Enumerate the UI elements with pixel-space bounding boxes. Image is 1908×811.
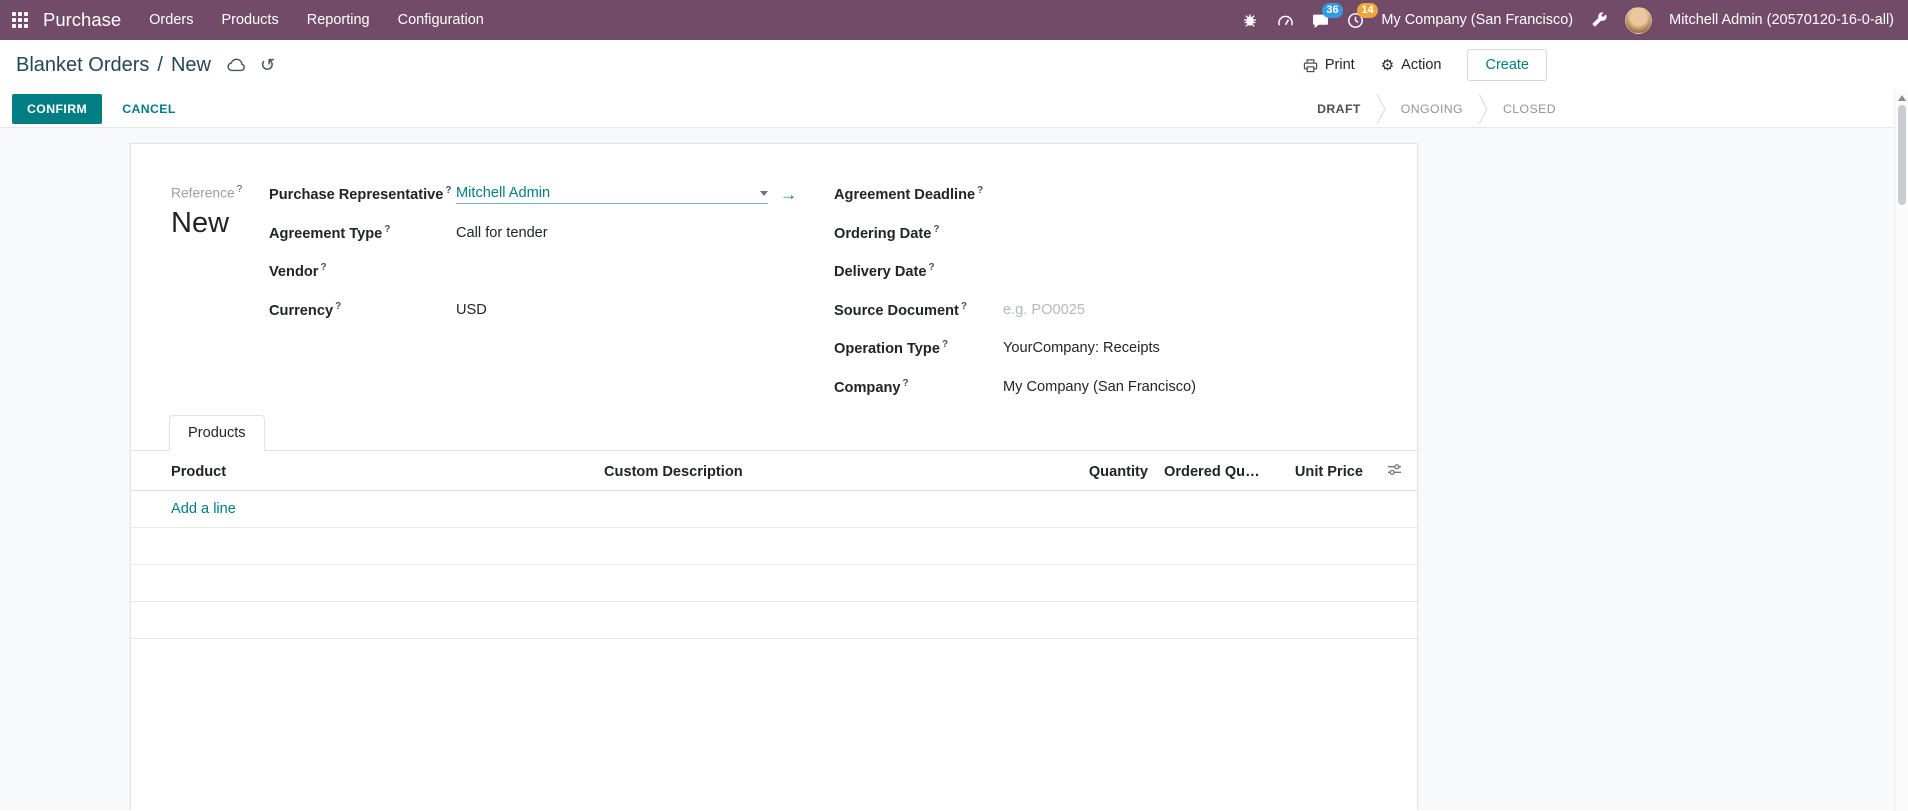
messages-icon[interactable]: 36 <box>1311 11 1329 29</box>
source-document-input[interactable] <box>1003 302 1233 318</box>
menu-configuration[interactable]: Configuration <box>384 0 498 40</box>
form-left-column: Purchase Representative? → Agreeme <box>269 184 809 415</box>
field-agreement-deadline: Agreement Deadline? <box>834 184 1394 206</box>
help-icon: ? <box>942 339 948 350</box>
optional-columns-icon[interactable] <box>1387 462 1402 481</box>
add-line-row: Add a line <box>131 491 1417 528</box>
discard-undo-icon[interactable]: ↺ <box>260 56 275 74</box>
column-custom-description: Custom Description <box>596 451 1036 491</box>
form-view: Reference? New Purchase Representative? <box>0 128 1908 810</box>
field-vendor: Vendor? <box>269 261 809 283</box>
field-delivery-date: Delivery Date? <box>834 261 1394 283</box>
breadcrumb-current: New <box>171 54 211 77</box>
reference-block: Reference? New <box>171 184 269 415</box>
add-a-line-link[interactable]: Add a line <box>171 501 236 517</box>
save-cloud-icon[interactable] <box>227 58 246 72</box>
agreement-type-value[interactable]: Call for tender <box>456 223 548 244</box>
table-header-row: Product Custom Description Quantity Orde… <box>131 451 1417 491</box>
purchase-representative-input[interactable] <box>456 185 760 201</box>
navbar-systray: 36 14 My Company (San Francisco) Mitchel… <box>1241 7 1894 34</box>
user-menu[interactable]: Mitchell Admin (20570120-16-0-all) <box>1669 12 1894 28</box>
menu-products[interactable]: Products <box>207 0 292 40</box>
field-agreement-type: Agreement Type? Call for tender <box>269 223 809 245</box>
reference-value: New <box>171 207 269 240</box>
cancel-button[interactable]: CANCEL <box>122 102 176 116</box>
top-navbar: Purchase Orders Products Reporting Confi… <box>0 0 1908 40</box>
form-right-column: Agreement Deadline? Ordering Date? Deliv… <box>834 184 1394 415</box>
field-operation-type: Operation Type? YourCompany: Receipts <box>834 338 1394 360</box>
chevron-separator-icon <box>1376 93 1386 125</box>
print-button[interactable]: Print <box>1303 57 1355 73</box>
column-product: Product <box>131 451 596 491</box>
caret-down-icon[interactable] <box>760 191 768 196</box>
reference-label: Reference? <box>171 184 269 201</box>
form-statusbar: CONFIRM CANCEL DRAFT ONGOING CLOSED <box>0 90 1908 128</box>
field-purchase-representative: Purchase Representative? → <box>269 184 809 206</box>
app-name[interactable]: Purchase <box>43 9 121 31</box>
field-ordering-date: Ordering Date? <box>834 223 1394 245</box>
help-icon: ? <box>933 224 939 235</box>
stage-draft[interactable]: DRAFT <box>1317 102 1361 116</box>
help-icon: ? <box>903 378 909 389</box>
table-empty-row <box>131 528 1417 565</box>
vertical-scrollbar[interactable] <box>1894 90 1908 811</box>
purchase-representative-field[interactable] <box>456 185 768 204</box>
messages-count-badge: 36 <box>1322 3 1342 18</box>
help-icon: ? <box>928 262 934 273</box>
wrench-icon[interactable] <box>1590 11 1608 29</box>
stage-ongoing[interactable]: ONGOING <box>1401 102 1463 116</box>
field-source-document: Source Document? <box>834 300 1394 322</box>
products-table: Product Custom Description Quantity Orde… <box>131 451 1417 639</box>
help-icon: ? <box>320 262 326 273</box>
create-button[interactable]: Create <box>1467 49 1547 81</box>
field-company: Company? My Company (San Francisco) <box>834 377 1394 399</box>
gear-icon: ⚙ <box>1381 58 1394 73</box>
column-ordered-quantity: Ordered Qu… <box>1156 451 1261 491</box>
control-panel: Blanket Orders / New ↺ Print ⚙ Action Cr… <box>0 40 1908 90</box>
internal-link-arrow-icon[interactable]: → <box>780 186 797 203</box>
gauge-icon[interactable] <box>1276 11 1294 29</box>
activities-clock-icon[interactable]: 14 <box>1346 11 1364 29</box>
action-button[interactable]: ⚙ Action <box>1381 57 1442 73</box>
breadcrumb-parent[interactable]: Blanket Orders <box>16 54 149 77</box>
table-empty-row <box>131 602 1417 639</box>
stage-pipeline: DRAFT ONGOING CLOSED <box>1317 93 1556 125</box>
main-menu: Orders Products Reporting Configuration <box>135 0 498 40</box>
stage-closed[interactable]: CLOSED <box>1503 102 1556 116</box>
column-quantity: Quantity <box>1036 451 1156 491</box>
menu-orders[interactable]: Orders <box>135 0 207 40</box>
help-icon: ? <box>384 224 390 235</box>
scrollbar-thumb[interactable] <box>1898 105 1906 205</box>
user-avatar[interactable] <box>1625 7 1652 34</box>
menu-reporting[interactable]: Reporting <box>293 0 384 40</box>
column-unit-price: Unit Price <box>1261 451 1371 491</box>
help-icon: ? <box>335 301 341 312</box>
help-icon: ? <box>445 185 451 196</box>
scroll-up-arrow-icon[interactable] <box>1898 95 1906 101</box>
field-currency: Currency? USD <box>269 300 809 322</box>
operation-type-value[interactable]: YourCompany: Receipts <box>1003 338 1160 359</box>
help-icon: ? <box>961 301 967 312</box>
form-sheet: Reference? New Purchase Representative? <box>130 143 1418 810</box>
tab-products[interactable]: Products <box>169 415 265 451</box>
confirm-button[interactable]: CONFIRM <box>12 94 102 124</box>
printer-icon <box>1303 58 1318 73</box>
help-icon: ? <box>977 185 983 196</box>
currency-value[interactable]: USD <box>456 300 487 321</box>
breadcrumb-separator: / <box>157 54 163 77</box>
apps-menu-icon[interactable] <box>12 12 29 29</box>
bug-icon[interactable] <box>1241 11 1259 29</box>
company-value[interactable]: My Company (San Francisco) <box>1003 377 1196 398</box>
help-icon: ? <box>237 184 243 195</box>
breadcrumb: Blanket Orders / New <box>16 54 211 77</box>
table-empty-row <box>131 565 1417 602</box>
activities-count-badge: 14 <box>1357 3 1377 18</box>
chevron-separator-icon <box>1478 93 1488 125</box>
company-switcher[interactable]: My Company (San Francisco) <box>1381 12 1573 28</box>
notebook-tabs: Products <box>131 415 1417 451</box>
